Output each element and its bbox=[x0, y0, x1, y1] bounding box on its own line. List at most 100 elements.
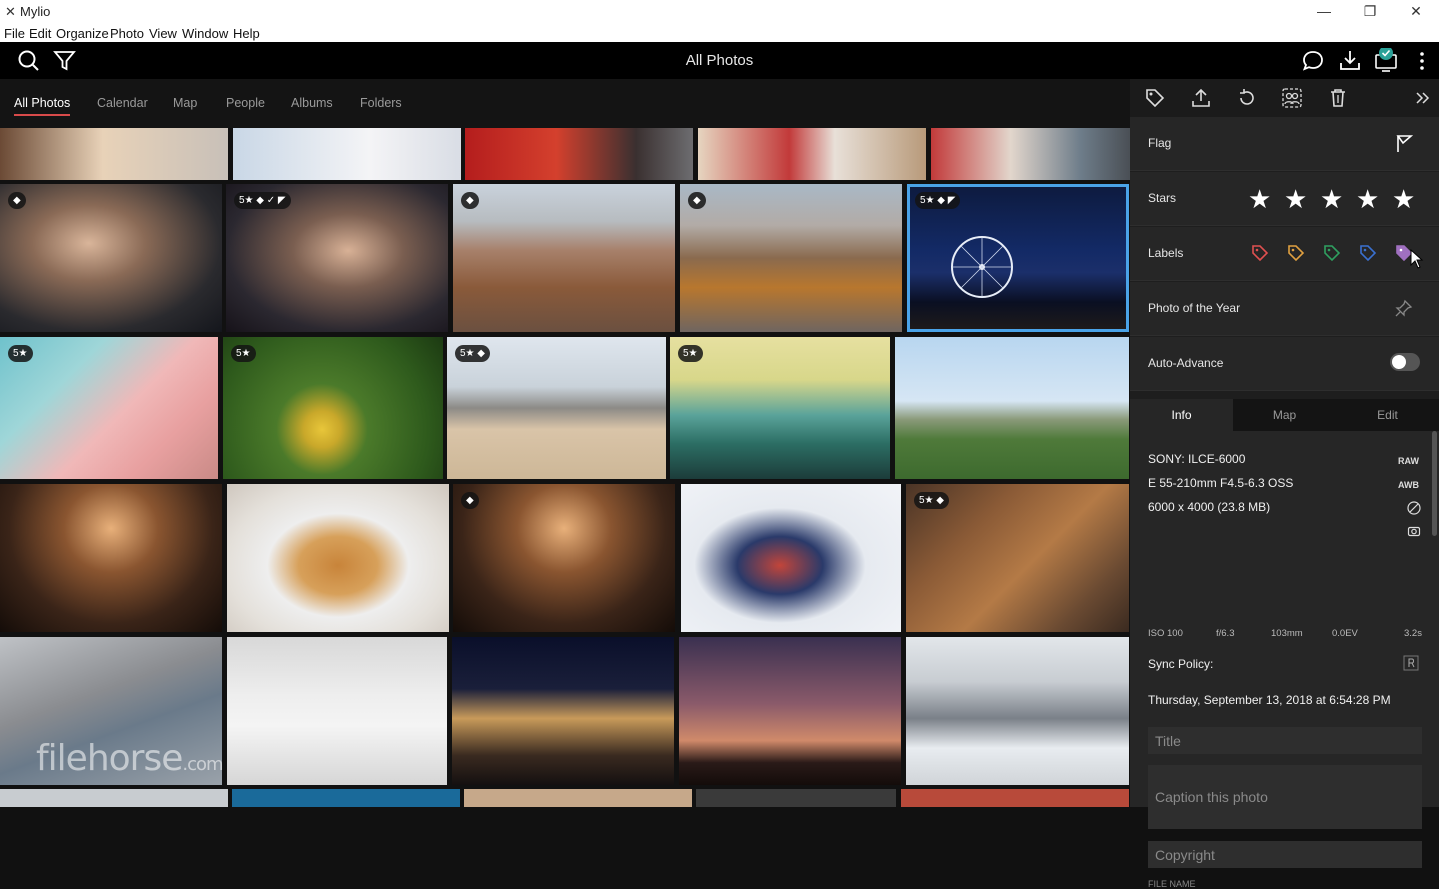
trash-icon[interactable] bbox=[1327, 87, 1349, 109]
mouse-cursor-icon bbox=[1410, 249, 1424, 269]
share-icon[interactable] bbox=[1190, 87, 1212, 109]
rotate-icon[interactable] bbox=[1236, 87, 1258, 109]
fstop-value: f/6.3 bbox=[1216, 628, 1235, 639]
photo-thumbnail[interactable] bbox=[681, 484, 901, 632]
menu-photo[interactable]: Photo bbox=[110, 26, 144, 41]
star-4-icon[interactable]: ★ bbox=[1356, 184, 1379, 215]
photo-of-the-year-row: Photo of the Year bbox=[1130, 282, 1439, 336]
photo-thumbnail[interactable] bbox=[464, 789, 692, 807]
photo-thumbnail[interactable]: 5★ bbox=[670, 337, 890, 479]
photo-thumbnail[interactable] bbox=[233, 128, 461, 180]
photo-thumbnail[interactable] bbox=[452, 637, 674, 785]
photo-badge: 5★ bbox=[678, 345, 703, 362]
raw-badge: RAW bbox=[1398, 456, 1419, 466]
tab-map-detail[interactable]: Map bbox=[1233, 399, 1336, 431]
flag-icon[interactable] bbox=[1395, 134, 1413, 154]
label-green-icon[interactable] bbox=[1322, 243, 1342, 263]
photo-thumbnail[interactable] bbox=[698, 128, 926, 180]
photo-thumbnail[interactable]: ◆ bbox=[680, 184, 902, 332]
title-field[interactable]: Title bbox=[1148, 727, 1422, 754]
photo-thumbnail[interactable] bbox=[906, 637, 1129, 785]
tag-icon[interactable] bbox=[1144, 87, 1166, 109]
photo-thumbnail[interactable] bbox=[0, 789, 228, 807]
label-blue-icon[interactable] bbox=[1358, 243, 1378, 263]
label-red-icon[interactable] bbox=[1250, 243, 1270, 263]
photo-thumbnail[interactable]: 5★ ◆ bbox=[906, 484, 1129, 632]
photo-thumbnail[interactable] bbox=[465, 128, 693, 180]
labels-row: Labels bbox=[1130, 227, 1439, 281]
photo-thumbnail[interactable]: 5★ bbox=[223, 337, 443, 479]
photo-thumbnail[interactable] bbox=[696, 789, 896, 807]
camera-mode-icon bbox=[1407, 526, 1421, 537]
label-yellow-icon[interactable] bbox=[1286, 243, 1306, 263]
watermark-brand: filehorse bbox=[36, 738, 183, 779]
menu-organize[interactable]: Organize bbox=[56, 26, 109, 41]
tab-albums[interactable]: Albums bbox=[291, 96, 333, 110]
people-icon[interactable] bbox=[1281, 87, 1303, 109]
photo-badge: ◆ bbox=[8, 192, 26, 209]
photo-thumbnail[interactable] bbox=[679, 637, 901, 785]
sync-policy-icon[interactable] bbox=[1403, 655, 1419, 671]
photo-badge: ◆ bbox=[688, 192, 706, 209]
star-2-icon[interactable]: ★ bbox=[1284, 184, 1307, 215]
file-name-label: FILE NAME bbox=[1148, 879, 1196, 889]
close-button[interactable]: ✕ bbox=[1393, 0, 1439, 24]
tab-folders[interactable]: Folders bbox=[360, 96, 402, 110]
minimize-button[interactable]: — bbox=[1301, 0, 1347, 24]
star-3-icon[interactable]: ★ bbox=[1320, 184, 1343, 215]
view-tabs: All Photos Calendar Map People Albums Fo… bbox=[0, 79, 1130, 128]
auto-advance-row: Auto-Advance bbox=[1130, 337, 1439, 391]
labels-label: Labels bbox=[1148, 246, 1184, 260]
tab-info[interactable]: Info bbox=[1130, 399, 1233, 431]
collapse-panel-icon[interactable] bbox=[1412, 87, 1434, 109]
auto-advance-label: Auto-Advance bbox=[1148, 356, 1224, 370]
photo-thumbnail[interactable]: ◆ bbox=[0, 184, 222, 332]
auto-advance-toggle[interactable] bbox=[1390, 353, 1420, 371]
photo-thumbnail-selected[interactable]: 5★ ◆ ◤ bbox=[907, 184, 1129, 332]
caption-field[interactable]: Caption this photo bbox=[1148, 765, 1422, 829]
menu-file[interactable]: File bbox=[4, 26, 25, 41]
focal-length-value: 103mm bbox=[1271, 628, 1303, 639]
photo-thumbnail[interactable] bbox=[0, 128, 228, 180]
photo-thumbnail[interactable] bbox=[901, 789, 1129, 807]
import-icon[interactable] bbox=[1337, 48, 1363, 74]
photo-thumbnail[interactable] bbox=[227, 484, 449, 632]
photo-thumbnail[interactable] bbox=[931, 128, 1130, 180]
photo-thumbnail[interactable]: ◆ bbox=[453, 484, 675, 632]
photo-badge: 5★ bbox=[231, 345, 256, 362]
more-menu-icon[interactable] bbox=[1409, 48, 1435, 74]
photo-thumbnail[interactable] bbox=[0, 484, 222, 632]
tab-calendar[interactable]: Calendar bbox=[97, 96, 148, 110]
menu-edit[interactable]: Edit bbox=[29, 26, 51, 41]
photo-thumbnail[interactable] bbox=[232, 789, 460, 807]
tab-people[interactable]: People bbox=[226, 96, 265, 110]
info-section: SONY: ILCE-6000 RAW E 55-210mm F4.5-6.3 … bbox=[1130, 431, 1439, 889]
camera-model: SONY: ILCE-6000 bbox=[1148, 452, 1246, 466]
menu-help[interactable]: Help bbox=[233, 26, 260, 41]
watermark-domain: .com bbox=[182, 754, 223, 775]
menu-window[interactable]: Window bbox=[182, 26, 228, 41]
panel-scrollbar[interactable] bbox=[1432, 431, 1437, 536]
pin-icon[interactable] bbox=[1395, 299, 1413, 317]
photo-thumbnail[interactable]: 5★ bbox=[0, 337, 218, 479]
copyright-field[interactable]: Copyright bbox=[1148, 841, 1422, 868]
chat-icon[interactable] bbox=[1300, 48, 1326, 74]
star-5-icon[interactable]: ★ bbox=[1392, 184, 1415, 215]
photo-thumbnail[interactable] bbox=[895, 337, 1129, 479]
flash-off-icon bbox=[1407, 501, 1421, 515]
photo-thumbnail[interactable] bbox=[227, 637, 447, 785]
photo-thumbnail[interactable]: 5★ ◆ bbox=[447, 337, 666, 479]
menu-view[interactable]: View bbox=[149, 26, 177, 41]
photo-badge: 5★ bbox=[8, 345, 33, 362]
tab-map[interactable]: Map bbox=[173, 96, 197, 110]
star-1-icon[interactable]: ★ bbox=[1248, 184, 1271, 215]
detail-tabs: Info Map Edit bbox=[1130, 399, 1439, 431]
tab-all-photos[interactable]: All Photos bbox=[14, 96, 71, 116]
sync-status-icon[interactable] bbox=[1373, 48, 1399, 74]
maximize-button[interactable]: ❐ bbox=[1347, 0, 1393, 24]
tab-edit[interactable]: Edit bbox=[1336, 399, 1439, 431]
photo-thumbnail[interactable]: 5★ ◆ ✓ ◤ bbox=[226, 184, 448, 332]
stars-row: Stars ★ ★ ★ ★ ★ bbox=[1130, 172, 1439, 226]
photo-grid: ◆ 5★ ◆ ✓ ◤ ◆ ◆ 5★ ◆ ◤ 5★ 5★ 5★ ◆ 5★ ◆ 5★… bbox=[0, 128, 1130, 807]
photo-thumbnail[interactable]: ◆ bbox=[453, 184, 675, 332]
